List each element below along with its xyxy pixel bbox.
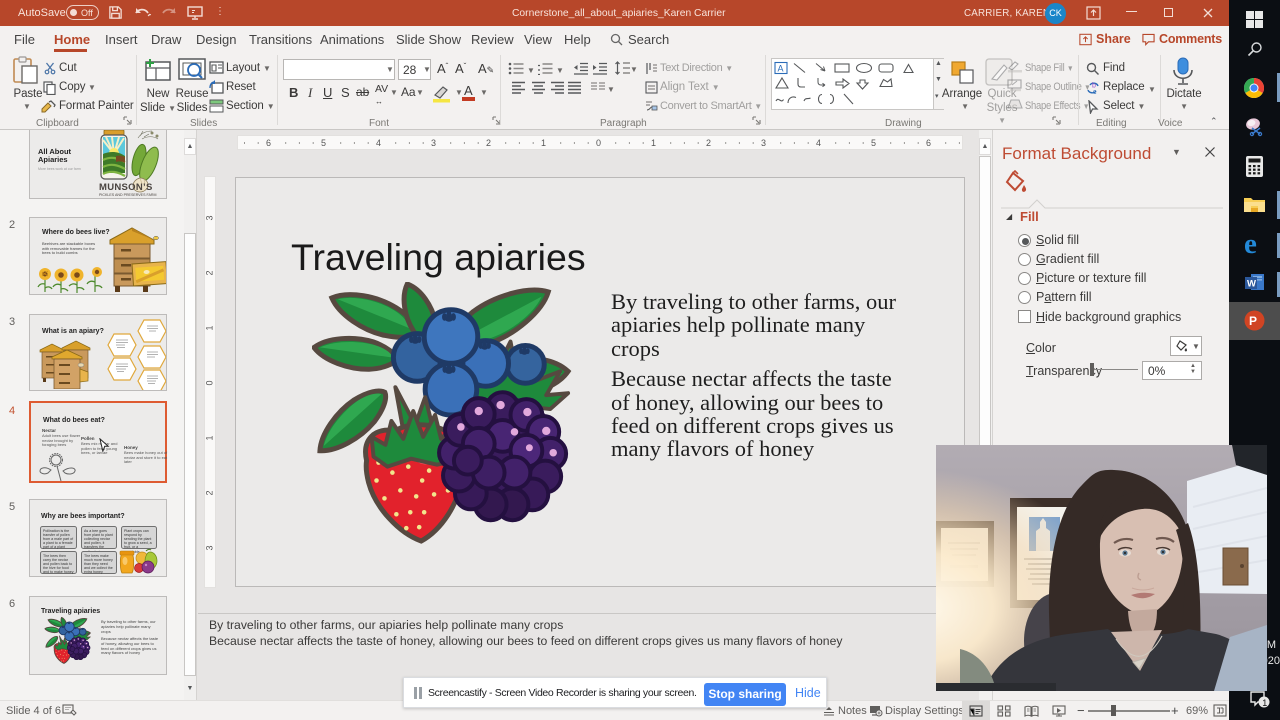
svg-text:W: W (1247, 279, 1256, 290)
svg-text:MUNSON’S: MUNSON’S (99, 182, 153, 193)
svg-text:A: A (778, 64, 784, 74)
svg-text:c: c (1093, 89, 1097, 95)
svg-text:1: 1 (1262, 698, 1267, 708)
svg-text:P: P (1249, 314, 1257, 328)
svg-text:PICKLES AND PRESERVES FARM: PICKLES AND PRESERVES FARM (99, 193, 156, 197)
